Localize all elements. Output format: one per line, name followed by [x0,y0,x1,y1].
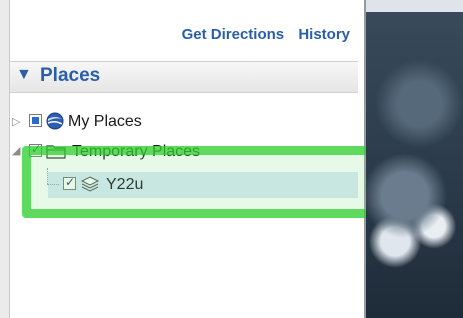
places-panel-header[interactable]: ▼ Places [10,61,358,93]
window-frame-left [0,0,9,318]
map-toolbar-edge [366,0,463,12]
tree-item-my-places[interactable]: ▷ My Places [12,112,352,136]
tree-item-label: My Places [68,113,142,130]
expand-arrow-icon[interactable]: ▷ [12,115,20,128]
get-directions-link[interactable]: Get Directions [182,26,285,43]
places-panel-title: Places [40,65,101,86]
collapse-triangle-icon[interactable]: ▼ [16,66,32,84]
map-view[interactable] [366,12,463,318]
collapse-arrow-icon[interactable]: ◢ [12,144,20,157]
history-link[interactable]: History [298,26,350,43]
highlight-box [22,146,384,218]
globe-icon [46,112,64,135]
my-places-checkbox[interactable] [29,114,42,127]
sidebar-toolbar: Get Directions History [10,26,350,50]
